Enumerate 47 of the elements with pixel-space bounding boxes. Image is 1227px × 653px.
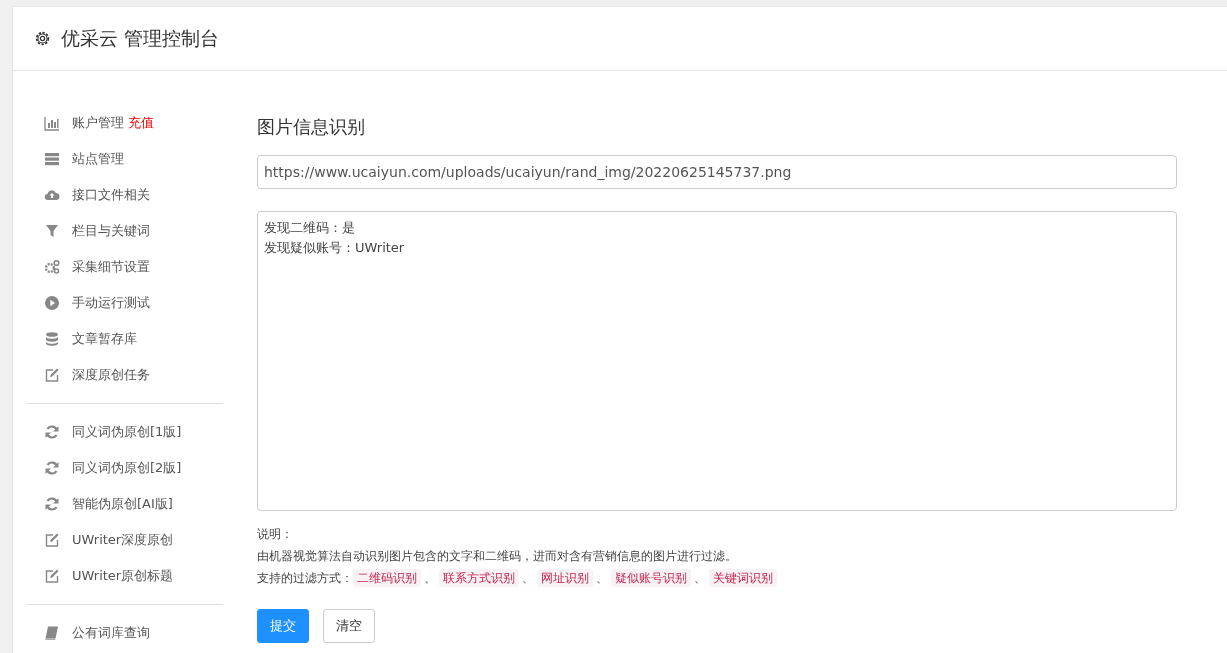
url-field[interactable]: https://www.ucaiyun.com/uploads/ucaiyun/rand_img/20220625145737.png <box>257 155 1177 189</box>
method-tag: 疑似账号识别 <box>611 569 691 587</box>
methods-label: 支持的过滤方式： <box>257 570 353 587</box>
bar-chart-icon <box>44 115 60 131</box>
sidebar-item[interactable]: 深度原创任务 <box>13 357 223 393</box>
result-box[interactable]: 发现二维码：是 发现疑似账号：UWriter <box>257 211 1177 511</box>
section-title: 图片信息识别 <box>257 115 366 139</box>
sidebar-item[interactable]: 文章暂存库 <box>13 321 223 357</box>
sidebar-item[interactable]: 采集细节设置 <box>13 249 223 285</box>
sidebar-item[interactable]: 站点管理 <box>13 141 223 177</box>
sidebar-item[interactable]: 栏目与关键词 <box>13 213 223 249</box>
sidebar-item[interactable]: UWriter原创标题 <box>13 558 223 594</box>
sidebar-item[interactable]: UWriter深度原创 <box>13 522 223 558</box>
notes-description: 由机器视觉算法自动识别图片包含的文字和二维码，进而对含有营销信息的图片进行过滤。 <box>257 548 738 565</box>
sidebar-item[interactable]: 手动运行测试 <box>13 285 223 321</box>
notes-heading: 说明： <box>257 526 294 543</box>
sidebar-item[interactable]: 同义词伪原创[1版] <box>13 414 223 450</box>
result-line: 发现疑似账号：UWriter <box>264 239 406 257</box>
edit-icon <box>44 532 60 548</box>
refresh-icon <box>44 496 60 512</box>
play-icon <box>44 295 60 311</box>
method-tag: 联系方式识别 <box>439 569 519 587</box>
database-icon <box>44 331 60 347</box>
sidebar-item[interactable]: 账户管理 充值 <box>13 105 223 141</box>
sidebar-item[interactable]: 同义词伪原创[2版] <box>13 450 223 486</box>
separator: 、 <box>694 570 706 587</box>
clear-button[interactable]: 清空 <box>323 609 375 643</box>
edit-icon <box>44 367 60 383</box>
sidebar-item[interactable]: 接口文件相关 <box>13 177 223 213</box>
settings-icon <box>34 30 51 47</box>
cloud-upload-icon <box>44 187 60 203</box>
filter-icon <box>44 223 60 239</box>
result-line: 发现二维码：是 <box>264 219 356 237</box>
refresh-icon <box>44 460 60 476</box>
method-tag: 二维码识别 <box>353 569 421 587</box>
console-title: 优采云 管理控制台 <box>61 25 220 51</box>
separator: 、 <box>596 570 608 587</box>
edit-icon <box>44 568 60 584</box>
sidebar-item[interactable]: 公有词库查询 <box>13 615 223 651</box>
book-icon <box>44 625 60 641</box>
separator: 、 <box>424 570 436 587</box>
separator: 、 <box>522 570 534 587</box>
method-tag: 网址识别 <box>537 569 593 587</box>
server-icon <box>44 151 60 167</box>
method-tag: 关键词识别 <box>709 569 777 587</box>
sidebar-item[interactable]: 智能伪原创[AI版] <box>13 486 223 522</box>
refresh-icon <box>44 424 60 440</box>
